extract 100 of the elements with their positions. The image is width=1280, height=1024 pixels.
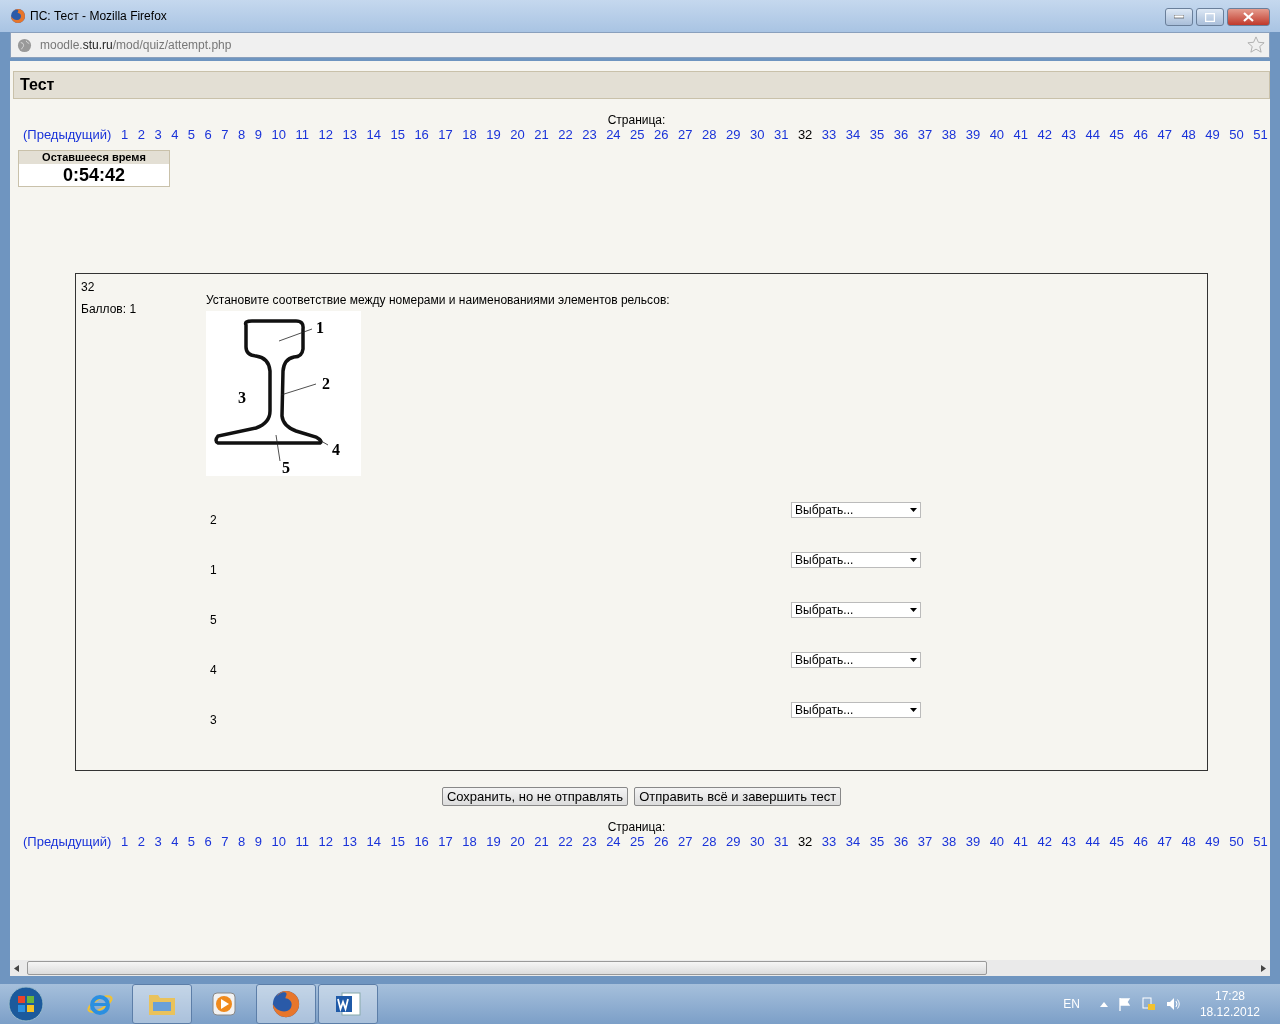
minimize-button[interactable] xyxy=(1165,8,1193,26)
page-link[interactable]: 42 xyxy=(1037,127,1053,143)
page-link[interactable]: 30 xyxy=(749,834,765,850)
page-link[interactable]: 49 xyxy=(1205,127,1220,143)
up-arrow-icon[interactable] xyxy=(1099,1001,1108,1007)
page-link[interactable]: 20 xyxy=(510,127,525,143)
page-link[interactable]: 23 xyxy=(582,834,597,850)
star-icon[interactable] xyxy=(1247,36,1265,54)
page-link[interactable]: 38 xyxy=(941,834,957,850)
page-link[interactable]: 5 xyxy=(187,834,196,850)
page-link[interactable]: 50 xyxy=(1229,834,1244,850)
page-link[interactable]: 49 xyxy=(1205,834,1220,850)
close-button[interactable] xyxy=(1227,8,1270,26)
page-link[interactable]: 47 xyxy=(1157,127,1172,143)
previous-link[interactable]: (Предыдущий) xyxy=(23,834,112,850)
choice-dropdown[interactable]: Выбрать... xyxy=(791,602,921,618)
page-link[interactable]: 27 xyxy=(678,834,693,850)
page-link[interactable]: 43 xyxy=(1061,834,1076,850)
page-link[interactable]: 17 xyxy=(438,834,453,850)
page-link[interactable]: 39 xyxy=(965,834,981,850)
right-arrow-icon[interactable] xyxy=(1261,964,1266,972)
page-link[interactable]: 46 xyxy=(1133,834,1148,850)
page-link[interactable]: 16 xyxy=(414,127,429,143)
page-link[interactable]: 37 xyxy=(917,127,933,143)
page-link[interactable]: 22 xyxy=(558,127,573,143)
page-link[interactable]: 19 xyxy=(486,834,501,850)
page-link[interactable]: 21 xyxy=(534,834,549,850)
page-link[interactable]: 16 xyxy=(414,834,429,850)
page-link[interactable]: 15 xyxy=(390,834,405,850)
page-link[interactable]: 30 xyxy=(749,127,765,143)
page-link[interactable]: 9 xyxy=(254,127,263,143)
page-link[interactable]: 29 xyxy=(725,834,741,850)
page-link[interactable]: 10 xyxy=(271,834,286,850)
page-link[interactable]: 23 xyxy=(582,127,597,143)
page-link[interactable]: 28 xyxy=(702,834,717,850)
page-link[interactable]: 17 xyxy=(438,127,453,143)
page-link[interactable]: 47 xyxy=(1157,834,1172,850)
page-link[interactable]: 14 xyxy=(366,127,381,143)
taskbar-button[interactable] xyxy=(318,984,378,1024)
page-link[interactable]: 29 xyxy=(725,127,741,143)
submit-button[interactable]: Сохранить, но не отправлять xyxy=(441,787,629,806)
page-link[interactable]: 34 xyxy=(845,127,861,143)
page-link[interactable]: 36 xyxy=(893,834,909,850)
page-link[interactable]: 20 xyxy=(510,834,525,850)
page-link[interactable]: 45 xyxy=(1109,127,1124,143)
page-link[interactable]: 15 xyxy=(390,127,405,143)
page-link[interactable]: 44 xyxy=(1085,834,1100,850)
page-link[interactable]: 4 xyxy=(171,834,179,850)
page-link[interactable]: 42 xyxy=(1037,834,1053,850)
page-link[interactable]: 27 xyxy=(678,127,693,143)
page-link[interactable]: 8 xyxy=(238,127,246,143)
previous-link[interactable]: (Предыдущий) xyxy=(23,127,112,143)
page-link[interactable]: 51 xyxy=(1253,834,1268,850)
left-arrow-icon[interactable] xyxy=(14,964,19,972)
page-link[interactable]: 32 xyxy=(797,834,813,850)
page-link[interactable]: 2 xyxy=(137,127,145,143)
submit-button[interactable]: Отправить всё и завершить тест xyxy=(634,787,842,806)
choice-dropdown[interactable]: Выбрать... xyxy=(791,652,921,668)
maximize-button[interactable] xyxy=(1196,8,1224,26)
page-link[interactable]: 3 xyxy=(154,127,162,143)
taskbar-button[interactable] xyxy=(256,984,316,1024)
page-link[interactable]: 14 xyxy=(366,834,381,850)
page-link[interactable]: 11 xyxy=(295,127,309,143)
page-link[interactable]: 48 xyxy=(1181,127,1196,143)
page-link[interactable]: 31 xyxy=(773,127,789,143)
page-link[interactable]: 4 xyxy=(171,127,179,143)
flag-icon[interactable] xyxy=(1117,997,1132,1011)
page-link[interactable]: 26 xyxy=(654,127,669,143)
page-link[interactable]: 5 xyxy=(187,127,196,143)
page-link[interactable]: 9 xyxy=(254,834,263,850)
page-link[interactable]: 31 xyxy=(773,834,789,850)
network-icon[interactable] xyxy=(1141,997,1156,1011)
address-bar[interactable]: moodle.stu.ru/mod/quiz/attempt.php xyxy=(10,32,1270,58)
page-link[interactable]: 7 xyxy=(221,127,229,143)
page-link[interactable]: 44 xyxy=(1085,127,1100,143)
page-link[interactable]: 36 xyxy=(893,127,909,143)
page-link[interactable]: 32 xyxy=(797,127,813,143)
page-link[interactable]: 24 xyxy=(606,127,621,143)
page-link[interactable]: 13 xyxy=(342,127,357,143)
page-link[interactable]: 13 xyxy=(342,834,357,850)
page-link[interactable]: 18 xyxy=(462,834,477,850)
page-link[interactable]: 6 xyxy=(204,127,212,143)
page-link[interactable]: 3 xyxy=(154,834,162,850)
page-link[interactable]: 39 xyxy=(965,127,981,143)
page-link[interactable]: 1 xyxy=(120,834,129,850)
page-link[interactable]: 1 xyxy=(120,127,129,143)
page-link[interactable]: 7 xyxy=(221,834,229,850)
horizontal-scrollbar[interactable] xyxy=(10,960,1270,976)
page-link[interactable]: 46 xyxy=(1133,127,1148,143)
page-link[interactable]: 18 xyxy=(462,127,477,143)
page-link[interactable]: 43 xyxy=(1061,127,1076,143)
page-link[interactable]: 45 xyxy=(1109,834,1124,850)
choice-dropdown[interactable]: Выбрать... xyxy=(791,552,921,568)
page-link[interactable]: 40 xyxy=(989,834,1005,850)
choice-dropdown[interactable]: Выбрать... xyxy=(791,502,921,518)
page-link[interactable]: 24 xyxy=(606,834,621,850)
page-link[interactable]: 25 xyxy=(630,127,645,143)
page-link[interactable]: 12 xyxy=(318,834,333,850)
choice-dropdown[interactable]: Выбрать... xyxy=(791,702,921,718)
page-link[interactable]: 11 xyxy=(295,834,309,850)
